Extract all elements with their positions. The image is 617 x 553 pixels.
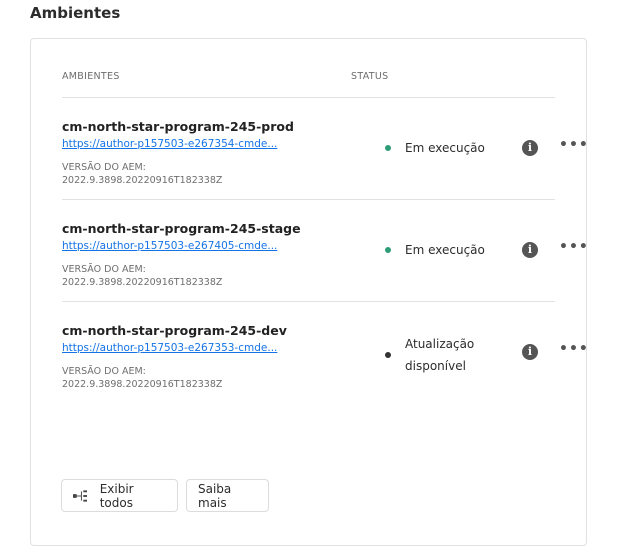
header-environments: AMBIENTES [62, 71, 120, 82]
info-icon[interactable]: i [522, 242, 538, 258]
status-text: Em execução [405, 243, 485, 257]
version-label: VERSÃO DO AEM: [62, 366, 146, 377]
environment-url-link[interactable]: https://author-p157503-e267353-cmde... [62, 342, 277, 354]
environment-name: cm-north-star-program-245-prod [62, 119, 294, 134]
environment-name: cm-north-star-program-245-stage [62, 221, 301, 236]
info-icon[interactable]: i [522, 344, 538, 360]
status-dot [385, 145, 391, 151]
learn-more-button[interactable]: Saiba mais [186, 479, 269, 512]
tree-view-icon [73, 489, 88, 502]
section-title: Ambientes [30, 4, 121, 22]
table-row: cm-north-star-program-245-stage https://… [62, 200, 588, 302]
version-label: VERSÃO DO AEM: [62, 264, 146, 275]
environment-url-link[interactable]: https://author-p157503-e267354-cmde... [62, 138, 277, 150]
status-dot [385, 352, 391, 358]
version-value: 2022.9.3898.20220916T182338Z [62, 175, 223, 186]
show-all-label: Exibir todos [99, 481, 134, 510]
status-text: Atualização disponível [405, 337, 475, 373]
info-icon[interactable]: i [522, 140, 538, 156]
status: Em execução [385, 141, 485, 155]
version-value: 2022.9.3898.20220916T182338Z [62, 277, 223, 288]
more-icon[interactable]: ••• [559, 341, 589, 357]
header-status: STATUS [351, 71, 389, 82]
status-text: Em execução [405, 141, 485, 155]
more-icon[interactable]: ••• [559, 239, 589, 255]
environment-name: cm-north-star-program-245-dev [62, 323, 287, 338]
table-row: cm-north-star-program-245-prod https://a… [62, 98, 588, 200]
status: Atualização disponível [385, 333, 485, 377]
environment-url-link[interactable]: https://author-p157503-e267405-cmde... [62, 240, 277, 252]
version-label: VERSÃO DO AEM: [62, 162, 146, 173]
show-all-button[interactable]: Exibir todos [61, 479, 178, 512]
more-icon[interactable]: ••• [559, 137, 589, 153]
status: Em execução [385, 243, 485, 257]
table-row: cm-north-star-program-245-dev https://au… [62, 302, 588, 404]
version-value: 2022.9.3898.20220916T182338Z [62, 379, 223, 390]
environments-card: AMBIENTES STATUS cm-north-star-program-2… [30, 38, 588, 546]
status-dot [385, 247, 391, 253]
learn-more-label: Saiba mais [198, 481, 232, 510]
